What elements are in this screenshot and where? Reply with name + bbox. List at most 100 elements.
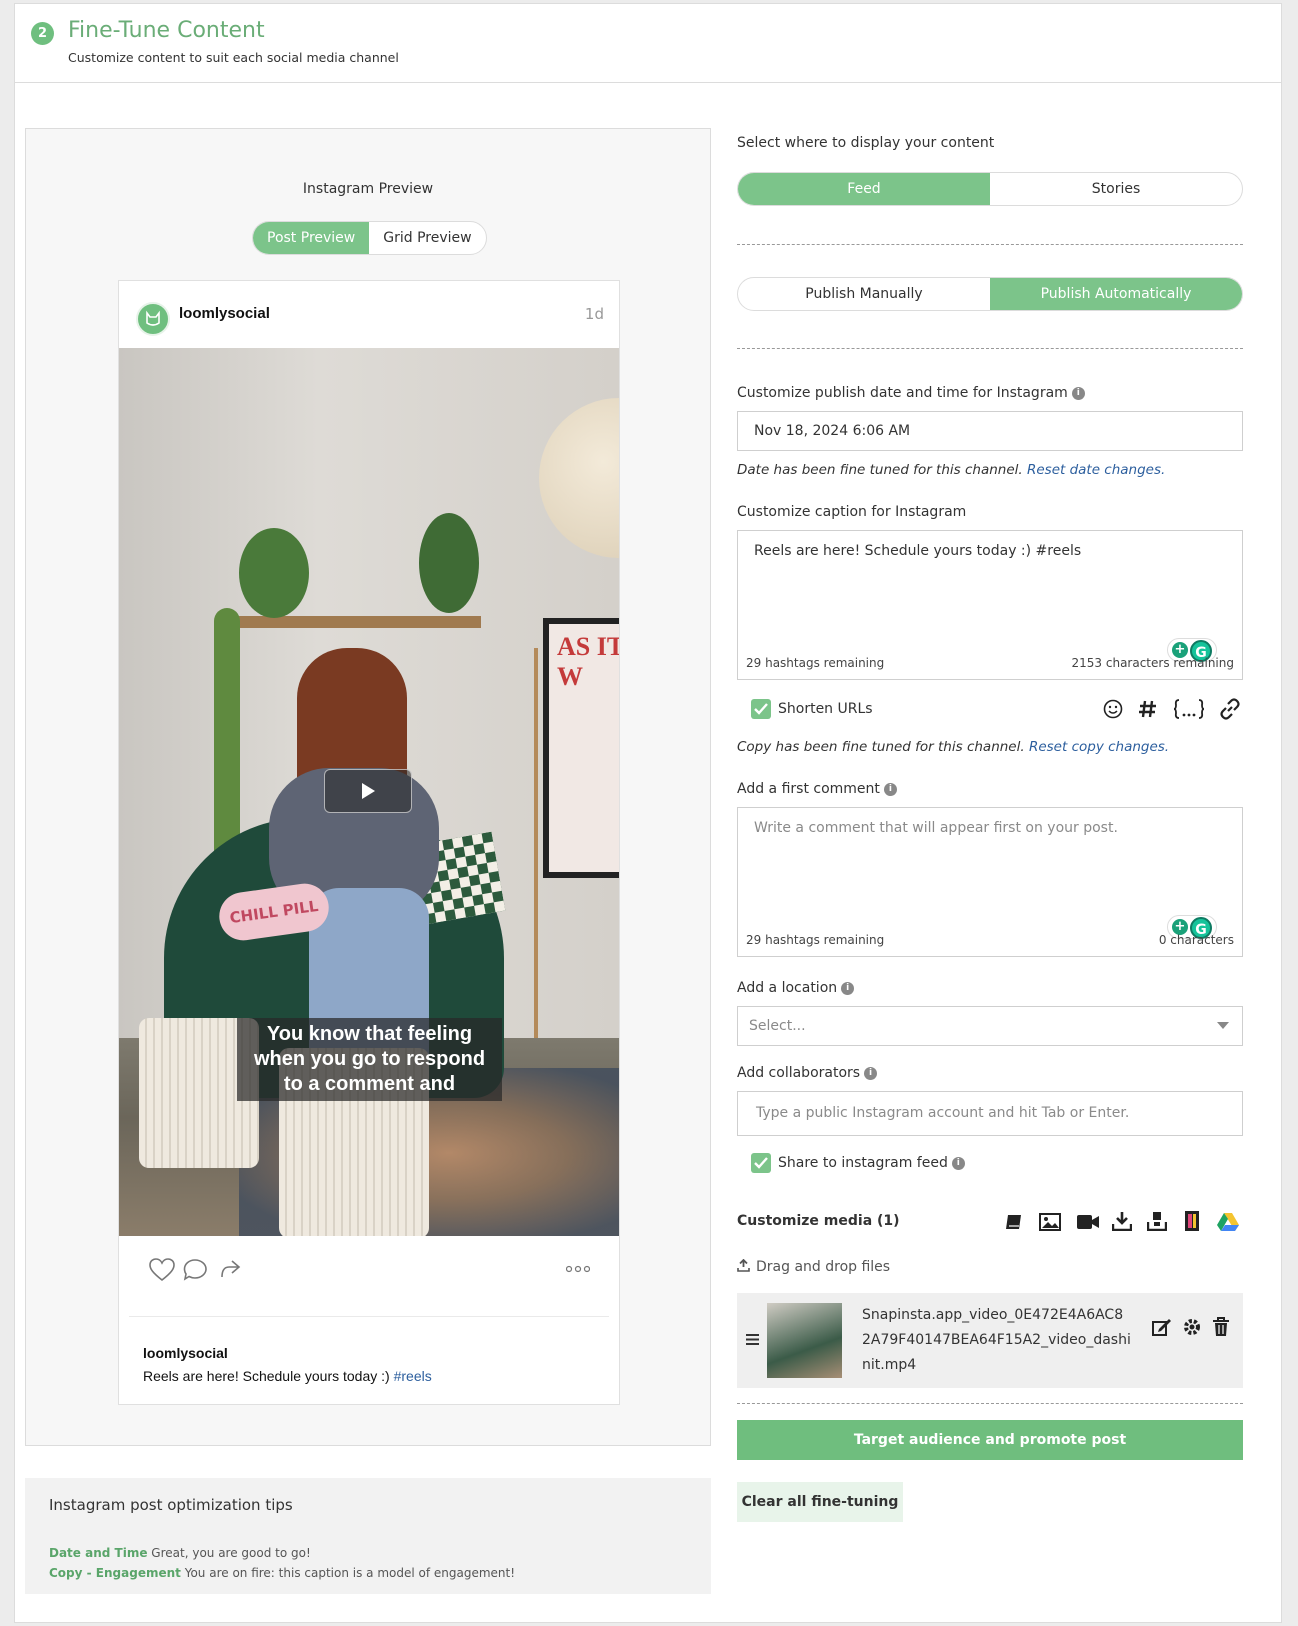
instagram-preview-panel: Instagram Preview Post Preview Grid Prev…: [25, 128, 711, 1446]
publish-date-label-text: Customize publish date and time for Inst…: [737, 385, 1068, 401]
tip-key: Copy - Engagement: [49, 1566, 181, 1580]
first-comment-placeholder: Write a comment that will appear first o…: [754, 820, 1118, 836]
first-comment-label-text: Add a first comment: [737, 781, 880, 797]
reset-date-link[interactable]: Reset date changes.: [1027, 462, 1165, 478]
info-icon[interactable]: i: [841, 981, 855, 995]
share-icon[interactable]: [219, 1258, 241, 1280]
option-publish-manually[interactable]: Publish Manually: [738, 278, 990, 310]
share-to-feed-label-text: Share to instagram feed: [778, 1155, 948, 1171]
reset-copy-link[interactable]: Reset copy changes.: [1029, 739, 1169, 755]
option-publish-automatically[interactable]: Publish Automatically: [990, 278, 1242, 310]
variables-icon[interactable]: [1173, 698, 1205, 720]
step-number-badge: 2: [31, 22, 54, 45]
share-to-feed-checkbox[interactable]: [751, 1153, 771, 1173]
settings-gear-icon[interactable]: [1182, 1317, 1202, 1337]
video-icon[interactable]: [1076, 1214, 1100, 1230]
tab-post-preview[interactable]: Post Preview: [253, 222, 370, 254]
drag-handle-icon[interactable]: [746, 1334, 759, 1345]
dashed-divider: [737, 348, 1243, 349]
upload-icon: [737, 1258, 750, 1272]
target-audience-button[interactable]: Target audience and promote post: [737, 1420, 1243, 1460]
location-label: Add a location i: [737, 980, 855, 996]
first-comment-label: Add a first comment i: [737, 781, 897, 797]
hashtag-icon[interactable]: [1138, 699, 1158, 719]
canva-icon[interactable]: [1184, 1210, 1200, 1232]
option-stories[interactable]: Stories: [990, 173, 1242, 205]
drag-drop-label: Drag and drop files: [756, 1259, 891, 1275]
media-filename: Snapinsta.app_video_0E472E4A6AC82A79F401…: [862, 1307, 1131, 1373]
caption-username: loomlysocial: [143, 1345, 228, 1361]
location-select[interactable]: Select...: [737, 1006, 1243, 1046]
tip-text: You are on fire: this caption is a model…: [184, 1566, 516, 1580]
info-icon[interactable]: i: [951, 1156, 965, 1170]
video-caption-overlay: You know that feeling when you go to res…: [237, 1018, 502, 1101]
tip-text: Great, you are good to go!: [151, 1546, 311, 1560]
optimization-tips: Instagram post optimization tips Date an…: [25, 1478, 711, 1594]
comment-characters-count: 0 characters: [1158, 933, 1234, 947]
clear-fine-tuning-button[interactable]: Clear all fine-tuning: [737, 1482, 903, 1522]
scene-vine: [214, 608, 240, 868]
edit-icon[interactable]: [1152, 1317, 1172, 1337]
instagram-post-preview: loomlysocial 1d AS IT W CHILL PILL You k…: [118, 280, 620, 1405]
publish-mode-toggle: Publish Manually Publish Automatically: [737, 277, 1243, 311]
caption-textarea[interactable]: Reels are here! Schedule yours today :) …: [737, 530, 1243, 680]
emoji-icon[interactable]: [1103, 699, 1123, 719]
shorten-urls-label: Shorten URLs: [778, 701, 873, 717]
info-icon[interactable]: i: [883, 782, 897, 796]
check-icon: [754, 1157, 768, 1169]
more-icon[interactable]: [566, 1265, 590, 1273]
link-icon[interactable]: [1219, 698, 1241, 720]
collaborators-input[interactable]: Type a public Instagram account and hit …: [737, 1091, 1243, 1136]
media-item: Snapinsta.app_video_0E472E4A6AC82A79F401…: [737, 1293, 1243, 1388]
comment-icon[interactable]: [183, 1258, 208, 1282]
scene-plant: [239, 528, 309, 618]
library-icon[interactable]: [1004, 1212, 1024, 1232]
play-icon: [362, 783, 375, 799]
heart-icon[interactable]: [149, 1258, 175, 1282]
trash-icon[interactable]: [1212, 1317, 1230, 1337]
info-icon[interactable]: i: [864, 1066, 878, 1080]
copy-fine-tuned-note: Copy has been fine tuned for this channe…: [737, 739, 1169, 755]
post-video: AS IT W CHILL PILL You know that feeling…: [119, 348, 619, 1236]
info-icon[interactable]: i: [1071, 386, 1085, 400]
dashed-divider: [737, 1403, 1243, 1404]
collaborators-placeholder: Type a public Instagram account and hit …: [756, 1105, 1130, 1121]
first-comment-textarea[interactable]: Write a comment that will appear first o…: [737, 807, 1243, 957]
option-feed[interactable]: Feed: [738, 173, 990, 205]
tip-key: Date and Time: [49, 1546, 148, 1560]
caption-hashtag[interactable]: #reels: [394, 1368, 432, 1384]
post-username: loomlysocial: [179, 305, 270, 322]
image-icon[interactable]: [1039, 1212, 1061, 1232]
share-to-feed-label: Share to instagram feed i: [778, 1155, 965, 1171]
caption-value: Reels are here! Schedule yours today :) …: [754, 543, 1082, 559]
divider: [129, 1316, 609, 1317]
preview-mode-toggle: Post Preview Grid Preview: [252, 221, 487, 255]
download-icon[interactable]: [1112, 1211, 1132, 1231]
comment-hashtags-remaining: 29 hashtags remaining: [746, 933, 885, 947]
publish-date-input[interactable]: Nov 18, 2024 6:06 AM: [737, 411, 1243, 451]
location-placeholder: Select...: [749, 1018, 806, 1034]
customize-media-label: Customize media (1): [737, 1213, 900, 1229]
publish-date-label: Customize publish date and time for Inst…: [737, 385, 1085, 401]
check-icon: [754, 703, 768, 715]
display-location-label: Select where to display your content: [737, 135, 995, 151]
dashed-divider: [737, 244, 1243, 245]
tip-item: Copy - Engagement You are on fire: this …: [49, 1566, 515, 1580]
drag-drop-area[interactable]: Drag and drop files: [737, 1258, 891, 1275]
scene-plant: [419, 513, 479, 613]
avatar: [136, 302, 170, 336]
date-fine-tuned-note: Date has been fine tuned for this channe…: [737, 462, 1165, 478]
upload-icon[interactable]: [1147, 1211, 1167, 1231]
tab-grid-preview[interactable]: Grid Preview: [369, 222, 485, 254]
post-time: 1d: [584, 305, 604, 323]
section-title: Fine-Tune Content: [68, 18, 265, 43]
overlay-line: to a comment and: [283, 1073, 456, 1095]
shorten-urls-checkbox[interactable]: [751, 699, 771, 719]
location-label-text: Add a location: [737, 980, 838, 996]
caption-hashtags-remaining: 29 hashtags remaining: [746, 656, 885, 670]
google-drive-icon[interactable]: [1217, 1212, 1239, 1231]
preview-title: Instagram Preview: [302, 181, 434, 197]
collaborators-label-text: Add collaborators: [737, 1065, 861, 1081]
play-button[interactable]: [324, 769, 412, 813]
post-header: loomlysocial 1d: [119, 281, 619, 348]
